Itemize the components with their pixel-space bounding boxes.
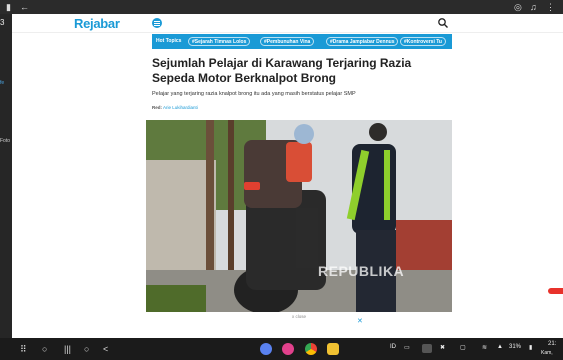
hot-topic-tag[interactable]: #Sejarah Timnas Lolos	[188, 37, 251, 46]
cast-icon[interactable]: ▭	[404, 344, 410, 351]
hot-topic-tag[interactable]: #Pembunuhan Vina	[260, 37, 315, 46]
search-icon[interactable]	[437, 17, 449, 29]
article-byline: Red: Arie Lukihardianti	[152, 105, 198, 110]
article-subtitle: Pelajar yang terjaring razia knalpot bro…	[152, 91, 356, 97]
ad-close-link[interactable]: x close	[292, 314, 306, 319]
screenshot-icon[interactable]	[422, 344, 432, 353]
back-nav-icon[interactable]: <	[103, 344, 108, 354]
clock-day[interactable]: Kam,	[541, 350, 553, 356]
battery-icon: ▮	[529, 345, 533, 351]
sidebar-item-label[interactable]: Foto	[0, 138, 12, 144]
article-title: Sejumlah Pelajar di Karawang Terjaring R…	[152, 56, 412, 85]
floating-red-tab[interactable]	[548, 288, 563, 294]
signal-icon[interactable]: ▲	[497, 344, 503, 350]
app-icon[interactable]	[260, 343, 272, 355]
bell-icon[interactable]: ♫	[530, 1, 537, 13]
photo-watermark: REPUBLIKA	[318, 263, 405, 279]
recents-icon[interactable]: |||	[64, 344, 71, 354]
ad-close-icon[interactable]: ✕	[357, 317, 363, 325]
extension-icon[interactable]: ◎	[514, 1, 522, 13]
site-header: Rejabar	[12, 14, 563, 33]
hot-topics-bar: Hot Topics #Sejarah Timnas Lolos #Pembun…	[152, 34, 452, 49]
site-logo[interactable]: Rejabar	[74, 16, 120, 31]
byline-prefix: Red:	[152, 105, 162, 110]
browser-viewport: Rejabar Hot Topics #Sejarah Timnas Lolos…	[12, 14, 563, 338]
files-icon[interactable]	[327, 343, 339, 355]
clock-time[interactable]: 21:	[548, 341, 556, 347]
window-top-bar: ▮ ← ◎ ♫ ⋮	[0, 0, 563, 14]
hamburger-menu-icon[interactable]	[152, 18, 162, 28]
photo-scene	[146, 120, 452, 312]
hot-topic-tag[interactable]: #Kontroversi Tu	[400, 37, 446, 46]
article-photo: REPUBLIKA	[146, 120, 452, 312]
battery-level[interactable]: 31%	[509, 344, 521, 350]
sidebar-item-label[interactable]: fe	[0, 80, 12, 86]
back-icon[interactable]: ←	[20, 1, 29, 13]
mic-icon[interactable]: ✖	[440, 344, 445, 351]
menu-icon[interactable]: ▮	[6, 1, 11, 13]
chrome-icon[interactable]	[305, 343, 317, 355]
more-icon[interactable]: ⋮	[546, 1, 555, 13]
left-sidebar: 3 fe Foto /6	[0, 14, 12, 357]
input-language[interactable]: ID	[390, 344, 396, 350]
home-icon[interactable]: ○	[84, 344, 89, 354]
apps-grid-icon[interactable]: ⠿	[20, 344, 27, 354]
hot-topics-label: Hot Topics	[156, 38, 182, 44]
search-icon[interactable]: ○	[42, 344, 47, 354]
wifi-icon[interactable]: ≋	[482, 344, 487, 351]
hot-topic-tag[interactable]: #Drama Jampiabar Dennus	[326, 37, 399, 46]
author-link[interactable]: Arie Lukihardianti	[163, 105, 198, 110]
app-icon[interactable]	[282, 343, 294, 355]
chat-icon[interactable]: ▢	[460, 344, 466, 351]
sidebar-item-label[interactable]: 3	[0, 19, 12, 27]
